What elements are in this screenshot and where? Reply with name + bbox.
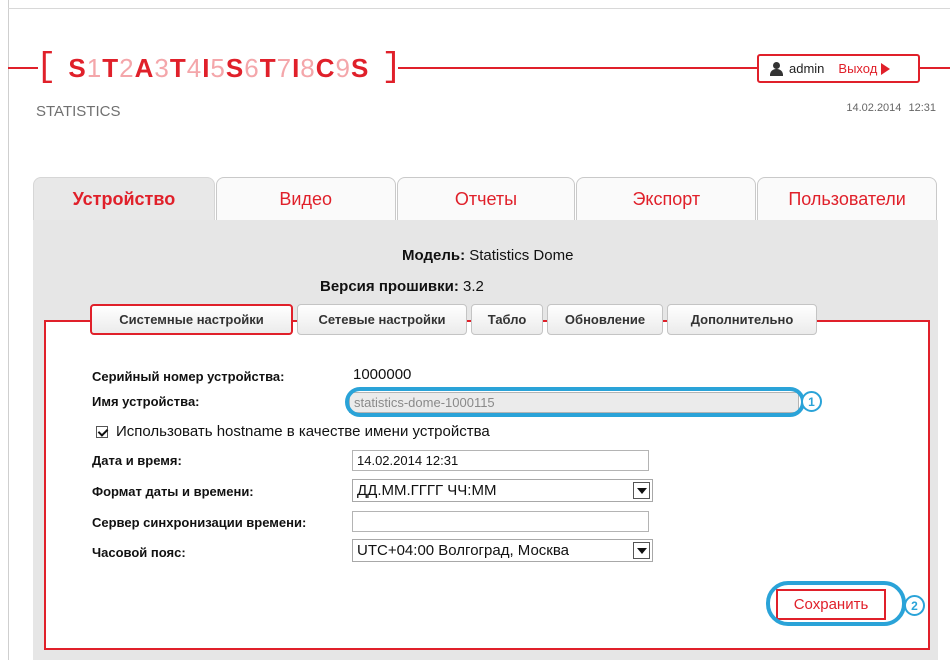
- user-panel: admin Выход: [757, 54, 920, 83]
- main-tabbar: Устройство Видео Отчеты Экспорт Пользова…: [33, 177, 938, 221]
- subtab-advanced[interactable]: Дополнительно: [667, 304, 817, 335]
- subtab-network[interactable]: Сетевые настройки: [297, 304, 467, 335]
- subtab-display[interactable]: Табло: [471, 304, 543, 335]
- ntp-server-label: Сервер синхронизации времени:: [92, 515, 307, 530]
- logo-bracket-left: [: [36, 49, 57, 87]
- header-datetime: 14.02.2014 12:31: [846, 102, 936, 114]
- timezone-select[interactable]: UTC+04:00 Волгоград, Москва: [352, 539, 653, 562]
- callout-badge-1: 1: [801, 391, 822, 412]
- header-rule-left: [8, 67, 38, 69]
- firmware-row: Версия прошивки: 3.2: [320, 278, 484, 295]
- chevron-down-icon[interactable]: [633, 542, 650, 559]
- datetime-format-label: Формат даты и времени:: [92, 484, 254, 499]
- model-value: Statistics Dome: [469, 247, 574, 264]
- firmware-label: Версия прошивки:: [320, 278, 459, 295]
- tab-users[interactable]: Пользователи: [757, 177, 937, 221]
- tab-export[interactable]: Экспорт: [576, 177, 757, 221]
- device-name-label: Имя устройства:: [92, 394, 200, 409]
- datetime-field[interactable]: 14.02.2014 12:31: [352, 450, 649, 471]
- subtab-system[interactable]: Системные настройки: [90, 304, 293, 335]
- tab-reports[interactable]: Отчеты: [396, 177, 576, 221]
- window-border-left: [8, 0, 9, 660]
- firmware-value: 3.2: [463, 278, 484, 295]
- logo-bracket-right: ]: [381, 49, 402, 87]
- app-logo: [ S1T2A3T4I5S6T7I8C9S ]: [36, 48, 402, 88]
- callout-highlight-device-name: [345, 387, 805, 417]
- datetime-format-select[interactable]: ДД.ММ.ГГГГ ЧЧ:ММ: [352, 479, 653, 502]
- window-border-top: [8, 8, 950, 9]
- logout-arrow-icon: [881, 62, 891, 75]
- callout-highlight-save: [766, 581, 906, 626]
- model-label: Модель:: [402, 247, 466, 264]
- tab-video[interactable]: Видео: [215, 177, 396, 221]
- header-rule-middle: [398, 67, 758, 69]
- settings-subtabs: Системные настройки Сетевые настройки Та…: [90, 304, 821, 335]
- hostname-checkbox[interactable]: [96, 425, 108, 438]
- hostname-option[interactable]: Использовать hostname в качестве имени у…: [96, 423, 490, 440]
- callout-badge-2: 2: [904, 595, 925, 616]
- logout-link[interactable]: Выход: [838, 61, 891, 76]
- username[interactable]: admin: [789, 61, 824, 76]
- tab-device[interactable]: Устройство: [33, 177, 215, 221]
- datetime-format-value: ДД.ММ.ГГГГ ЧЧ:ММ: [357, 482, 497, 499]
- timezone-label: Часовой пояс:: [92, 545, 186, 560]
- app-subtitle: STATISTICS: [36, 103, 121, 120]
- header-rule-right: [920, 67, 950, 69]
- datetime-label: Дата и время:: [92, 453, 182, 468]
- serial-value: 1000000: [353, 366, 412, 383]
- chevron-down-icon[interactable]: [633, 482, 650, 499]
- timezone-value: UTC+04:00 Волгоград, Москва: [357, 542, 569, 559]
- hostname-checkbox-label: Использовать hostname в качестве имени у…: [116, 423, 490, 440]
- logo-text: S1T2A3T4I5S6T7I8C9S: [68, 52, 370, 83]
- logout-label: Выход: [838, 61, 878, 76]
- serial-label: Серийный номер устройства:: [92, 369, 285, 384]
- ntp-server-field[interactable]: [352, 511, 649, 532]
- subtab-update[interactable]: Обновление: [547, 304, 663, 335]
- model-row: Модель: Statistics Dome: [402, 247, 573, 264]
- user-icon: [769, 61, 783, 76]
